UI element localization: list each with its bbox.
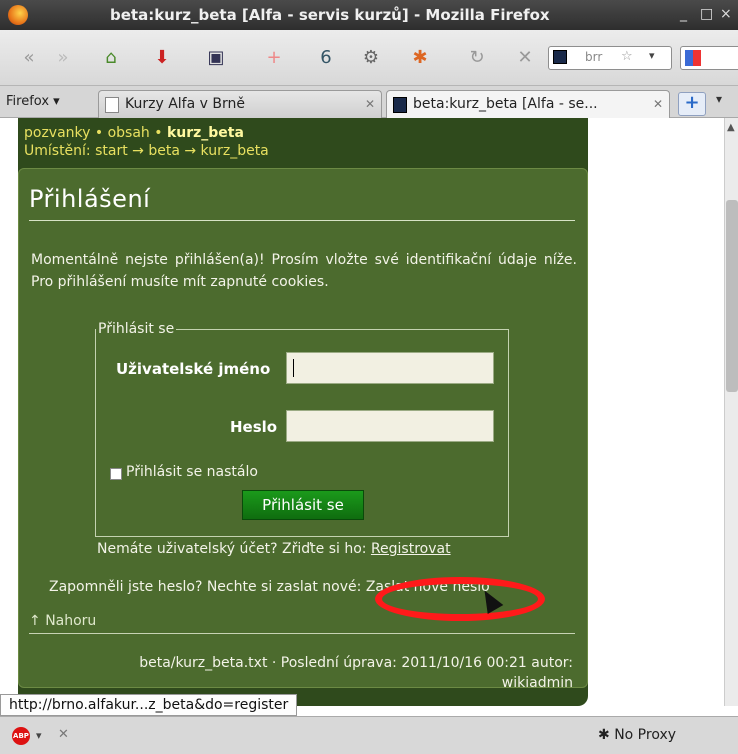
page-title: Přihlášení <box>29 185 151 213</box>
back-to-top-link[interactable]: ↑ Nahoru <box>29 613 96 629</box>
login-button[interactable]: Přihlásit se <box>242 490 364 520</box>
heading-divider <box>29 220 575 221</box>
site-icon <box>553 50 567 64</box>
settings-icon[interactable]: ⚙ <box>356 44 386 70</box>
login-intro-text: Momentálně nejste přihlášen(a)! Prosím v… <box>31 252 577 290</box>
password-input[interactable] <box>286 410 494 442</box>
status-link-preview: http://brno.alfakur...z_beta&do=register <box>0 694 298 716</box>
page-footer: beta/kurz_beta.txt · Poslední úprava: 20… <box>139 653 573 693</box>
reload-icon[interactable]: ↻ <box>462 44 492 70</box>
footer-divider <box>29 633 575 634</box>
adblock-dropdown-icon[interactable]: ▾ <box>36 729 42 742</box>
vertical-scrollbar[interactable]: ▲ <box>724 118 738 706</box>
register-text: Nemáte uživatelský účet? Zřiďte si ho: <box>97 541 367 557</box>
firefox-menu-label: Firefox <box>6 94 50 109</box>
tab-list-icon[interactable]: ▾ <box>716 92 722 106</box>
firefox-menu-button[interactable]: Firefox ▾ <box>6 94 60 109</box>
username-input[interactable] <box>286 352 494 384</box>
breadcrumb-current: kurz_beta <box>166 125 244 141</box>
back-to-top-label: Nahoru <box>45 613 97 629</box>
username-label: Uživatelské jméno <box>116 360 271 378</box>
close-button[interactable]: × <box>720 6 732 22</box>
window-titlebar: beta:kurz_beta [Alfa - servis kurzů] - M… <box>0 0 738 30</box>
firefox-logo-icon <box>8 5 28 25</box>
footer-line-2: wikiadmin <box>501 675 573 691</box>
footer-line-1: beta/kurz_beta.txt · Poslední úprava: 20… <box>139 655 573 671</box>
tab-bar: Firefox ▾ Kurzy Alfa v Brně ✕ beta:kurz_… <box>0 86 738 118</box>
breadcrumb-trail[interactable]: pozvanky • obsah • <box>24 125 163 141</box>
home-icon[interactable]: ⌂ <box>96 44 126 70</box>
adblock-icon[interactable]: ABP <box>12 727 30 745</box>
location-path[interactable]: Umístění: start → beta → kurz_beta <box>24 142 269 160</box>
page-viewport: pozvanky • obsah • kurz_beta Umístění: s… <box>0 118 724 706</box>
close-tab-icon[interactable]: ✕ <box>653 97 663 111</box>
login-legend: Přihlásit se <box>96 321 177 337</box>
text-caret <box>293 359 294 377</box>
search-engine-icon[interactable] <box>685 50 701 66</box>
minimize-button[interactable]: _ <box>680 6 687 22</box>
add-icon[interactable]: + <box>256 44 292 70</box>
tab-beta[interactable]: beta:kurz_beta [Alfa - se... ✕ <box>386 90 670 118</box>
url-dropdown-icon[interactable]: ▾ <box>649 49 655 62</box>
window-title: beta:kurz_beta [Alfa - servis kurzů] - M… <box>110 6 550 24</box>
wiki-page: pozvanky • obsah • kurz_beta Umístění: s… <box>18 118 588 706</box>
tab-kurzy[interactable]: Kurzy Alfa v Brně ✕ <box>98 90 382 118</box>
tab-label: Kurzy Alfa v Brně <box>125 96 245 112</box>
stop-icon[interactable]: ✕ <box>510 44 540 70</box>
proxy-label: No Proxy <box>614 727 677 743</box>
page-icon <box>105 97 119 113</box>
site-icon <box>393 97 407 113</box>
url-bar[interactable]: brr ☆ ▾ <box>548 46 672 70</box>
password-label: Heslo <box>230 418 278 436</box>
save-icon[interactable]: ▣ <box>198 44 234 70</box>
scroll-up-icon[interactable]: ▲ <box>727 122 735 133</box>
forgot-text: Zapomněli jste heslo? Nechte si zaslat n… <box>49 579 362 595</box>
firebug-icon[interactable]: ✱ <box>402 44 438 70</box>
close-icon[interactable]: ✕ <box>58 727 69 742</box>
search-bar[interactable] <box>680 46 738 70</box>
breadcrumb: pozvanky • obsah • kurz_beta Umístění: s… <box>24 124 269 160</box>
url-text: brr <box>585 50 603 64</box>
register-line: Nemáte uživatelský účet? Zřiďte si ho: R… <box>97 541 451 557</box>
download-icon[interactable]: ⬇ <box>144 44 180 70</box>
register-link[interactable]: Registrovat <box>371 541 451 557</box>
maximize-button[interactable]: □ <box>700 6 713 22</box>
remember-label[interactable]: Přihlásit se nastálo <box>126 464 258 480</box>
login-panel: Přihlášení Momentálně nejste přihlášen(a… <box>18 168 588 691</box>
tab-label: beta:kurz_beta [Alfa - se... <box>413 96 598 112</box>
login-fieldset: Přihlásit se Uživatelské jméno Heslo Při… <box>95 321 509 537</box>
navigation-toolbar: « » ⌂ ⬇ ▣ + 6 ⚙ ✱ ↻ ✕ brr ☆ ▾ <box>0 30 738 86</box>
bookmark-star-icon[interactable]: ☆ <box>621 49 633 64</box>
addon-icon[interactable]: 6 <box>308 44 344 70</box>
forward-icon[interactable]: » <box>48 44 78 70</box>
new-tab-button[interactable]: + <box>678 92 706 116</box>
close-tab-icon[interactable]: ✕ <box>365 97 375 111</box>
red-annotation-ellipse <box>375 577 545 621</box>
back-icon[interactable]: « <box>14 44 44 70</box>
remember-checkbox[interactable] <box>110 468 122 480</box>
proxy-status[interactable]: ✱ No Proxy <box>598 727 676 743</box>
scrollbar-thumb[interactable] <box>726 200 738 392</box>
status-bar: ABP ▾ ✕ ✱ No Proxy <box>0 716 738 754</box>
